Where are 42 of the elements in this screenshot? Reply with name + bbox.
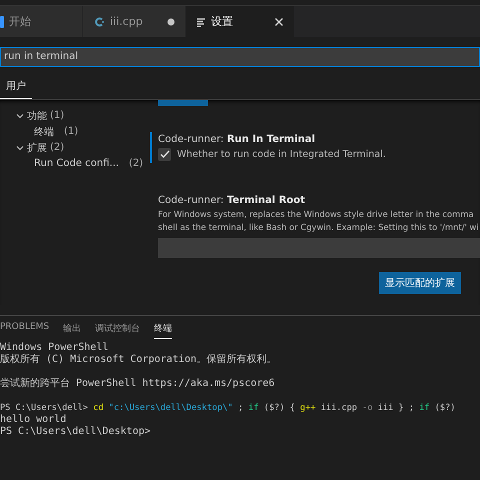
tree-item[interactable]: Run Code confi... (2) (0, 156, 150, 172)
checkbox[interactable] (158, 148, 171, 160)
panel-tab[interactable]: PROBLEMS (0, 322, 50, 338)
terminal-line: PS C:\Users\dell\Desktop> (0, 426, 152, 438)
terminal-line: PS C:\Users\dell> cd "c:\Users\dell\Desktop\" ; if ($?) { g++ iii.cpp -o iii } ; if ($?) (0, 402, 456, 414)
terminal-line: 尝试新的跨平台 PowerShell https://aka.ms/pscore6 (0, 378, 276, 390)
setting-description: For Windows system, replaces the Windows style drive letter in the comma (158, 208, 475, 218)
tree-item[interactable]: 功能 (1) (0, 108, 150, 124)
input-field[interactable] (158, 238, 480, 258)
editor-tab[interactable]: iii.cpp (83, 6, 186, 37)
terminal-line: Windows PowerShell (0, 342, 110, 354)
tree-label: 功能 (27, 110, 47, 122)
setting-description: shell as the terminal, like Bash or Cgywin. Example: Setting this to '/mnt/' wi (158, 222, 480, 232)
settings-file-icon (196, 16, 206, 26)
close-icon[interactable] (274, 16, 284, 26)
item-count: (2) (128, 158, 144, 169)
tab-label: 开始 (9, 14, 32, 29)
cpp-file-icon (95, 16, 105, 26)
setting-description: Whether to run code in Integrated Terminal. (177, 148, 386, 160)
scope-tab[interactable]: 用户 (0, 76, 32, 98)
setting-title: Code-runner: Run In Terminal (158, 134, 316, 144)
setting-title: Code-runner: Terminal Root (158, 194, 306, 206)
search-field[interactable]: run in terminal (0, 46, 480, 66)
tree-item[interactable]: 终端 (1) (0, 124, 150, 140)
editor-tab[interactable]: 开始 (0, 6, 83, 37)
tree-label: 终端 (34, 126, 54, 138)
show-extensions-button[interactable]: 显示匹配的扩展 (379, 272, 461, 294)
tree-item[interactable]: 扩展 (2) (0, 140, 150, 156)
tree-label: Run Code confi... (34, 158, 119, 169)
item-count: (1) (50, 110, 64, 121)
panel-tab[interactable]: 输出 (63, 322, 82, 338)
item-count: (1) (64, 126, 78, 137)
panel-tab[interactable]: 调试控制台 (95, 322, 140, 338)
tab-label: 设置 (211, 14, 234, 29)
editor-tab[interactable]: 设置 (186, 6, 295, 37)
terminal-line: hello world (0, 414, 68, 426)
tree-label: 扩展 (27, 142, 47, 154)
item-count: (2) (50, 142, 64, 153)
terminal-line: 版权所有 (C) Microsoft Corporation。保留所有权利。 (0, 354, 278, 366)
tab-label: iii.cpp (110, 15, 144, 28)
file-icon (0, 16, 4, 28)
panel-tab[interactable]: 终端 (154, 322, 172, 338)
